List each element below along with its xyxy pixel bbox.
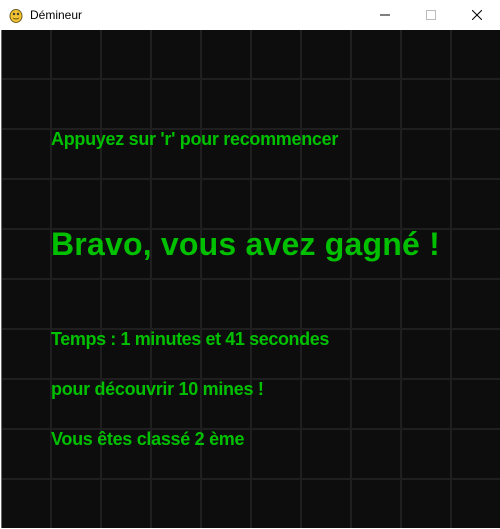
game-window: Démineur Appuyez sur 'r' pour recommence…: [0, 0, 500, 529]
close-icon: [472, 10, 482, 20]
mines-count: pour découvrir 10 mines !: [51, 379, 264, 399]
app-icon: [8, 7, 24, 23]
close-button[interactable]: [454, 0, 500, 30]
game-board[interactable]: [1, 30, 500, 528]
restart-hint: Appuyez sur 'r' pour recommencer: [51, 129, 339, 149]
player-rank: Vous êtes classé 2 ème: [51, 429, 245, 449]
title-bar[interactable]: Démineur: [0, 0, 500, 30]
window-title: Démineur: [30, 8, 83, 22]
maximize-icon: [426, 10, 436, 20]
win-message: Bravo, vous avez gagné !: [51, 226, 440, 262]
minimize-button[interactable]: [362, 0, 408, 30]
minimize-icon: [380, 14, 390, 16]
maximize-button[interactable]: [408, 0, 454, 30]
elapsed-time: Temps : 1 minutes et 41 secondes: [51, 329, 329, 349]
